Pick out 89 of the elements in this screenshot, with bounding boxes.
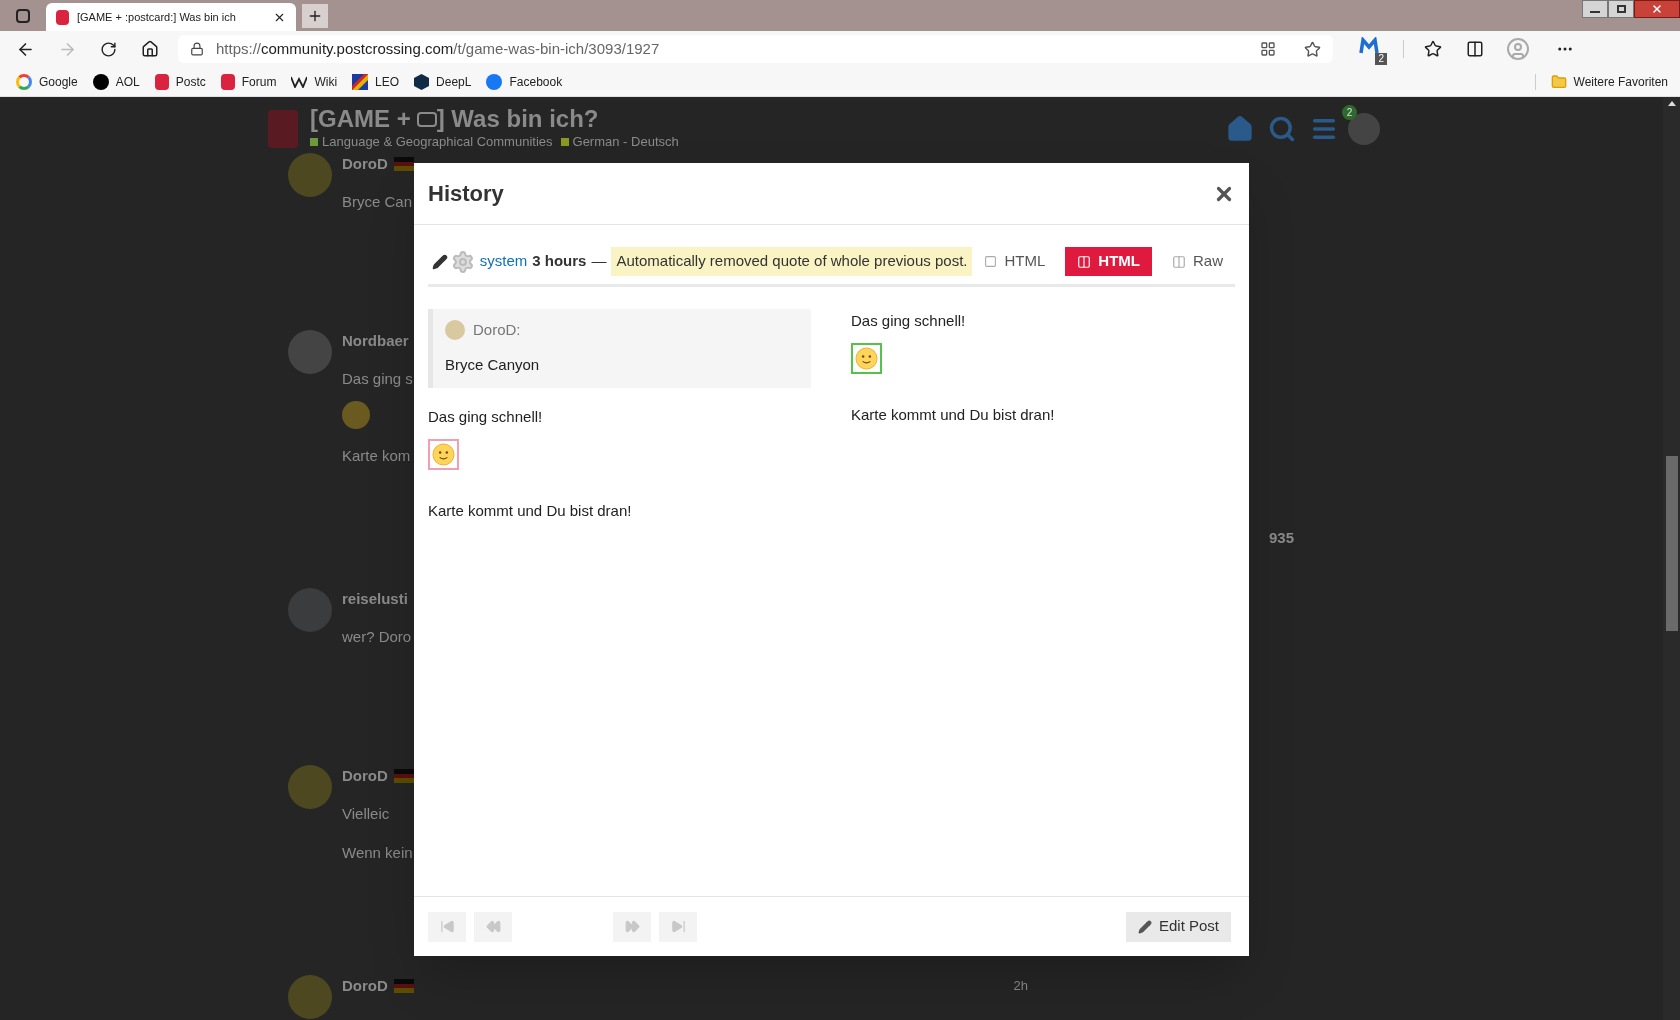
rewind-icon <box>485 919 501 934</box>
user-link[interactable]: system <box>479 250 528 273</box>
gear-icon <box>450 249 475 274</box>
post-text: Wenn kein <box>342 842 413 863</box>
new-tab-button[interactable] <box>302 4 328 28</box>
bookmark-link[interactable]: DeepL <box>436 72 472 91</box>
close-window-button[interactable] <box>1634 0 1680 18</box>
scrollbar-thumb[interactable] <box>1665 456 1678 631</box>
post-text: Vielleic <box>342 804 390 824</box>
post-text: Das ging schnell! <box>851 311 967 331</box>
edit-post-button[interactable]: Edit Post <box>1125 911 1231 942</box>
username[interactable]: DoroD <box>342 152 388 176</box>
tab-title: [GAME + :postcard:] Was bin ich <box>77 9 237 25</box>
username[interactable]: Nordbaer <box>342 329 409 353</box>
columns-icon <box>1077 254 1092 269</box>
bookmark-folder[interactable]: Weitere Favoriten <box>1573 72 1668 91</box>
postcrossing-icon <box>56 9 69 25</box>
avatar-placeholder <box>288 153 332 197</box>
category-link[interactable]: German - Deutsch <box>572 132 679 152</box>
skip-forward-icon <box>670 919 686 934</box>
maximize-button[interactable] <box>1608 0 1634 18</box>
revision-reason: Automatically removed quote of whole previous post. <box>611 247 973 276</box>
topic-title: [GAME + <box>310 106 411 133</box>
url-text: https://community.postcrossing.com/t/game-was-bin-ich/3093/1927 <box>216 38 660 59</box>
avatar-placeholder <box>288 975 332 1019</box>
extension-badge: 2 <box>1375 53 1387 65</box>
category-link[interactable]: Language & Geographical Communities <box>322 132 553 152</box>
bookmark-link[interactable]: Google <box>39 72 78 91</box>
google-icon <box>16 73 32 90</box>
close-icon <box>1651 3 1663 15</box>
username[interactable]: DoroD <box>342 974 388 998</box>
browser-tab[interactable]: [GAME + :postcard:] Was bin ich <box>46 3 296 31</box>
home-icon[interactable] <box>141 40 159 58</box>
bookmark-link[interactable]: LEO <box>375 72 400 91</box>
post-text: Das ging s <box>342 369 413 389</box>
post-count: 935 <box>1268 528 1294 548</box>
postcard-icon <box>416 111 437 127</box>
post-text: Karte kommt und Du bist dran! <box>428 500 633 521</box>
fast-forward-icon <box>624 919 640 934</box>
minimize-button[interactable] <box>1582 0 1608 18</box>
avatar-placeholder <box>445 320 465 341</box>
skip-back-icon <box>439 919 455 934</box>
facebook-icon <box>486 73 503 90</box>
quote-author: DoroD: <box>473 320 521 340</box>
view-mode-tab[interactable]: HTML <box>972 247 1058 276</box>
post-text: wer? Doro <box>342 627 412 647</box>
bookmark-link[interactable]: Forum <box>241 72 277 91</box>
username[interactable]: reiselusti <box>342 587 408 611</box>
bookmark-link[interactable]: AOL <box>115 72 140 91</box>
post-text: Das ging schnell! <box>428 407 544 427</box>
avatar-placeholder <box>288 330 332 374</box>
add-favorite-icon[interactable] <box>1304 40 1321 58</box>
postcrossing-icon <box>154 73 169 90</box>
post-text: Bryce Can <box>342 192 413 212</box>
pencil-icon <box>1137 919 1152 934</box>
username[interactable]: DoroD <box>342 764 388 788</box>
post-text: Karte kommt und Du bist dran! <box>851 404 1056 425</box>
tab-actions-icon[interactable] <box>16 8 30 23</box>
dialog-title: History <box>428 180 504 208</box>
post-date: 2h <box>1013 977 1028 996</box>
address-field[interactable]: https://community.postcrossing.com/t/game-was-bin-ich/3093/1927 <box>178 35 1333 63</box>
grid-icon[interactable] <box>1260 41 1276 57</box>
leo-icon <box>352 73 369 90</box>
bookmark-link[interactable]: Wiki <box>314 72 338 91</box>
columns-icon <box>1172 254 1186 269</box>
postcrossing-icon <box>220 73 235 90</box>
view-mode-tab[interactable]: HTML <box>1065 247 1152 276</box>
folder-icon <box>1550 73 1567 90</box>
extension-icon[interactable] <box>1359 37 1379 55</box>
bookmark-link[interactable]: Postc <box>175 72 206 91</box>
wiki-icon <box>291 75 308 88</box>
avatar-placeholder <box>288 765 332 809</box>
bookmark-link[interactable]: Facebook <box>509 72 563 91</box>
topic-title: ] Was bin ich? <box>436 106 599 133</box>
lock-icon <box>190 42 204 56</box>
aol-icon <box>92 73 109 90</box>
avatar-placeholder <box>288 588 332 632</box>
post-text: Karte kom <box>342 445 411 466</box>
pencil-icon <box>432 253 448 270</box>
deepl-icon <box>414 73 430 90</box>
view-mode-tab[interactable]: Raw <box>1160 247 1235 276</box>
separator-text: — <box>591 251 607 272</box>
square-icon <box>984 255 998 268</box>
plus-icon <box>307 8 323 24</box>
quote-text: Bryce Canyon <box>445 354 541 375</box>
revision-age: 3 hours <box>532 251 587 272</box>
reload-icon[interactable] <box>100 40 117 58</box>
favorites-icon[interactable] <box>1424 40 1442 58</box>
notification-badge: 2 <box>1342 105 1357 120</box>
